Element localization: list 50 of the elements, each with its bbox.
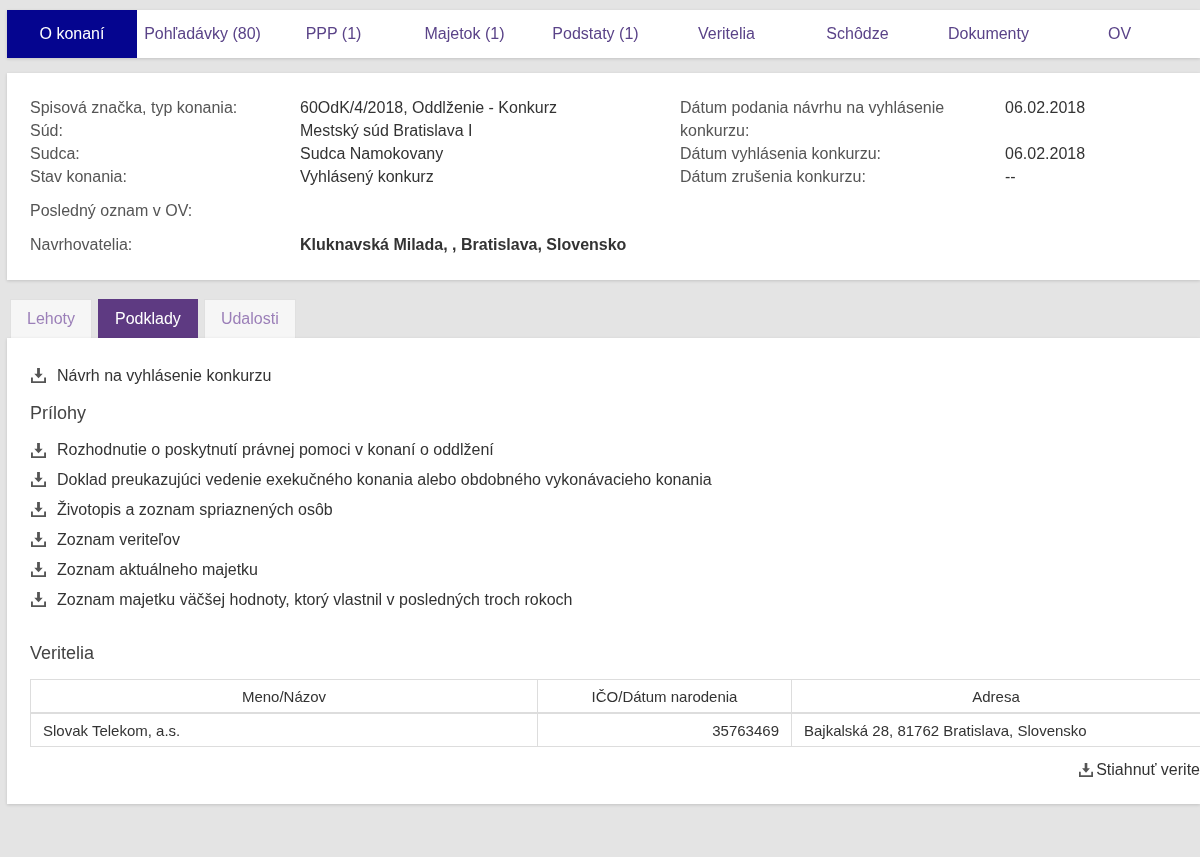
table-cell: Slovak Telekom, a.s. (30, 713, 538, 747)
info-label: Dátum zrušenia konkurzu: (680, 167, 867, 187)
info-label: Dátum vyhlásenia konkurzu: (680, 144, 882, 164)
download-icon (31, 472, 46, 488)
info-label: Súd: (30, 121, 64, 141)
nav-tab[interactable]: Podstaty (1) (530, 10, 661, 58)
info-label: Sudca: (30, 144, 81, 164)
document-link[interactable]: Zoznam veriteľov (30, 525, 180, 554)
info-value: Mestský súd Bratislava I (300, 121, 474, 141)
nav-tab[interactable]: Schôdze (792, 10, 923, 58)
info-value: Sudca Namokovany (300, 144, 445, 164)
column-header: Meno/Názov (30, 679, 538, 714)
nav-tab[interactable]: Pohľadávky (80) (137, 10, 268, 58)
nav-tab[interactable]: Majetok (1) (399, 10, 530, 58)
document-link[interactable]: Rozhodnutie o poskytnutí právnej pomoci v konaní o oddlžení (30, 436, 494, 464)
info-value: 60OdK/4/2018, Oddlženie - Konkurz (300, 98, 559, 118)
document-link[interactable]: Zoznam majetku väčšej hodnoty, ktorý vlastnil v posledných troch rokoch (30, 585, 573, 614)
download-icon (31, 562, 46, 578)
column-header: Adresa (791, 679, 1200, 714)
info-label: Spisová značka, typ konania: (30, 98, 239, 118)
download-icon (31, 592, 46, 607)
info-value: -- (1005, 167, 1017, 187)
document-link[interactable]: Životopis a zoznam spriaznených osôb (30, 496, 333, 524)
nav-tab[interactable]: O konaní (7, 10, 137, 58)
info-label: Stav konania: (30, 167, 128, 187)
nav-tab[interactable]: OV (1054, 10, 1185, 58)
info-label: Posledný oznam v OV: (30, 201, 194, 221)
section-tab[interactable]: Podklady (98, 299, 198, 338)
section-heading: Veritelia (30, 641, 96, 665)
download-icon (31, 502, 46, 518)
nav-tab[interactable]: Dokumenty (923, 10, 1054, 58)
info-value: 06.02.2018 (1005, 98, 1087, 118)
download-icon (31, 368, 46, 384)
nav-tab[interactable]: Veritelia (661, 10, 792, 58)
download-icon (1079, 763, 1094, 777)
info-label: Dátum podania návrhu na vyhlásenie konkurzu: (680, 98, 946, 141)
info-value: Kluknavská Milada, , Bratislava, Slovensko (300, 235, 628, 255)
info-value: 06.02.2018 (1005, 144, 1087, 164)
download-icon (31, 442, 46, 458)
info-label: Navrhovatelia: (30, 235, 134, 255)
section-heading: Prílohy (30, 402, 88, 426)
info-value: Vyhlásený konkurz (300, 167, 435, 187)
download-link[interactable]: Stiahnuť verite (1079, 756, 1200, 784)
download-icon (31, 532, 46, 548)
column-header: IČO/Dátum narodenia (537, 679, 792, 714)
document-link[interactable]: Doklad preukazujúci vedenie exekučného konania alebo obdobného vykonávacieho konania (30, 466, 712, 494)
nav-tab[interactable]: PPP (1) (268, 10, 399, 58)
table-cell: 35763469 (537, 713, 792, 747)
document-link[interactable]: Návrh na vyhlásenie konkurzu (30, 362, 272, 390)
document-link[interactable]: Zoznam aktuálneho majetku (30, 555, 258, 584)
